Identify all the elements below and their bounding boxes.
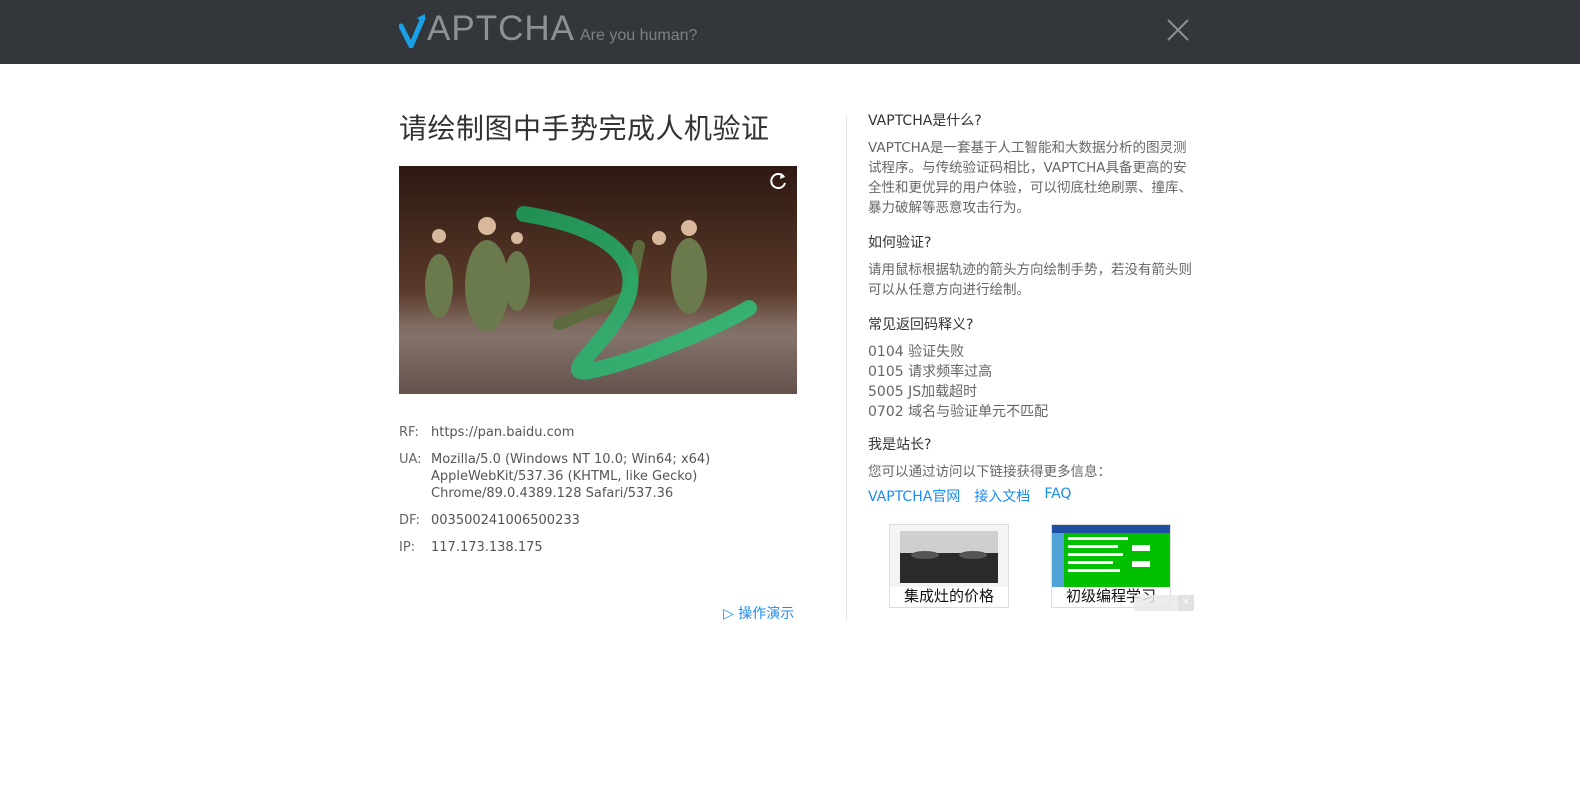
ad-image (1052, 525, 1170, 587)
close-icon[interactable] (1166, 18, 1190, 42)
captcha-image[interactable] (399, 166, 797, 394)
info-row-ip: IP: 117.173.138.175 (399, 539, 799, 556)
ad-label: 集成灶的价格 (903, 587, 994, 605)
demo-link[interactable]: ▷ 操作演示 (723, 603, 794, 623)
ad-close-icon[interactable]: ✕ (1178, 595, 1194, 611)
ad-image (890, 525, 1008, 587)
ad-close-bar: ✕ (1134, 595, 1194, 611)
faq-panel: VAPTCHA是什么? VAPTCHA是一套基于人工智能和大数据分析的图灵测试程… (868, 112, 1193, 506)
code-item: 5005 JS加载超时 (868, 384, 978, 400)
info-value: https://pan.baidu.com (431, 425, 575, 440)
challenge-panel: 请绘制图中手势完成人机验证 (399, 110, 797, 394)
faq-how-title: 如何验证? (868, 235, 932, 251)
header-bar: APTCHA Are you human? (0, 0, 1580, 64)
docs-link[interactable]: 接入文档 (974, 486, 1030, 506)
faq-codes-title: 常见返回码释义? (868, 317, 974, 333)
tagline: Are you human? (580, 27, 698, 44)
info-value: 117.173.138.175 (431, 540, 543, 555)
info-row-df: DF: 003500241006500233 (399, 512, 799, 529)
code-item: 0104 验证失败 (868, 344, 965, 360)
info-key: IP: (399, 540, 416, 555)
ad-card[interactable]: 集成灶的价格 (889, 524, 1009, 608)
page-title: 请绘制图中手势完成人机验证 (399, 112, 770, 145)
logo-text: APTCHA (427, 9, 575, 48)
links-row: VAPTCHA官网 接入文档 FAQ (868, 486, 1193, 506)
official-site-link[interactable]: VAPTCHA官网 (868, 486, 960, 506)
info-row-ua: UA: Mozilla/5.0 (Windows NT 10.0; Win64;… (399, 451, 799, 502)
codes-list: 0104 验证失败 0105 请求频率过高 5005 JS加载超时 0702 域… (868, 342, 1193, 422)
captcha-scene (399, 166, 797, 394)
info-value: Mozilla/5.0 (Windows NT 10.0; Win64; x64… (431, 452, 711, 501)
faq-link[interactable]: FAQ (1044, 486, 1071, 506)
refresh-icon[interactable] (767, 170, 789, 192)
column-divider (846, 115, 847, 621)
code-item: 0702 域名与验证单元不匹配 (868, 404, 1049, 420)
logo-check-icon (399, 14, 426, 48)
info-row-rf: RF: https://pan.baidu.com (399, 424, 799, 441)
faq-what-body: VAPTCHA是一套基于人工智能和大数据分析的图灵测试程序。与传统验证码相比，V… (868, 140, 1192, 216)
vaptcha-logo: APTCHA (399, 10, 575, 48)
info-key: RF: (399, 425, 419, 440)
info-key: DF: (399, 513, 420, 528)
code-item: 0105 请求频率过高 (868, 364, 993, 380)
faq-owner-title: 我是站长? (868, 437, 932, 453)
faq-how-body: 请用鼠标根据轨迹的箭头方向绘制手势，若没有箭头则可以从任意方向进行绘制。 (868, 262, 1192, 298)
request-info: RF: https://pan.baidu.com UA: Mozilla/5.… (399, 424, 799, 566)
info-value: 003500241006500233 (431, 513, 580, 528)
info-key: UA: (399, 452, 422, 467)
faq-owner-body: 您可以通过访问以下链接获得更多信息： (868, 464, 1111, 480)
faq-what-title: VAPTCHA是什么? (868, 113, 982, 129)
